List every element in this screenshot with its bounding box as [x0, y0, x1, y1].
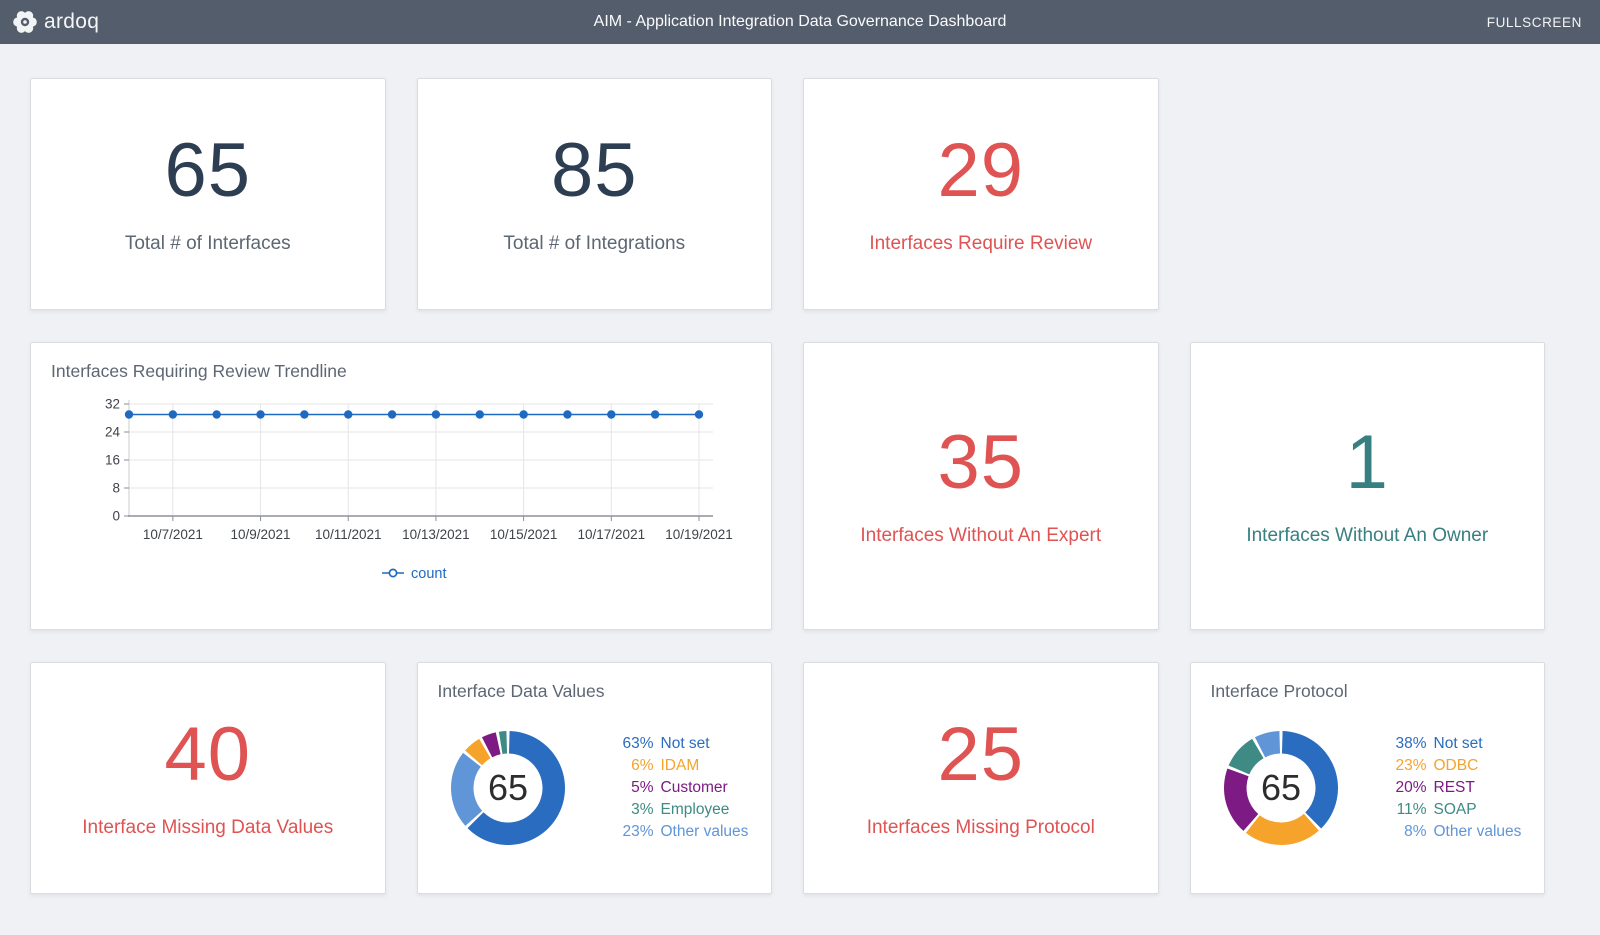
svg-text:10/13/2021: 10/13/2021 [402, 527, 470, 542]
stat-label: Interfaces Without An Owner [1246, 525, 1488, 547]
legend-label: REST [1434, 779, 1475, 796]
legend-percent: 11% [1385, 800, 1427, 820]
legend-percent: 3% [612, 800, 654, 820]
legend-label: SOAP [1434, 801, 1477, 818]
x-tick-labels: 10/7/2021 10/9/2021 10/11/2021 10/13/2021 10… [143, 516, 733, 542]
legend-label: ODBC [1434, 757, 1479, 774]
card-interfaces-missing-protocol: 25 Interfaces Missing Protocol [803, 662, 1159, 894]
legend-percent: 8% [1385, 822, 1427, 842]
card-interfaces-require-review: 29 Interfaces Require Review [803, 78, 1159, 310]
chart-title: Interface Data Values [438, 681, 752, 702]
svg-text:8: 8 [112, 481, 120, 496]
legend-row: 38% Not set [1385, 734, 1522, 754]
donut-wrap: 65 63% Not set 6% IDAM 5% Customer 3% Employee 2… [438, 718, 752, 858]
empty-grid-cell [1190, 78, 1546, 310]
donut-center-label: 65 [1260, 767, 1300, 808]
stat-label: Interfaces Require Review [869, 233, 1092, 255]
svg-text:0: 0 [112, 509, 120, 524]
legend-label: Employee [661, 801, 730, 818]
legend-label: Not set [1434, 735, 1483, 752]
trendline-chart: 0 8 16 24 32 10/7/2021 10/9/2021 10/11/2021 10/1… [51, 390, 751, 605]
donut-legend: 63% Not set 6% IDAM 5% Customer 3% Employee 23% O… [612, 732, 749, 844]
legend-percent: 63% [612, 734, 654, 754]
legend-row: 11% SOAP [1385, 800, 1522, 820]
donut-slice[interactable] [451, 753, 482, 826]
legend-percent: 38% [1385, 734, 1427, 754]
card-interfaces-without-expert: 35 Interfaces Without An Expert [803, 342, 1159, 630]
legend-row: 23% Other values [612, 822, 749, 842]
stat-value: 40 [164, 717, 251, 793]
legend-row: 3% Employee [612, 800, 749, 820]
chart-title: Interface Protocol [1211, 681, 1525, 702]
brand-name: ardoq [44, 10, 99, 34]
legend-row: 63% Not set [612, 734, 749, 754]
svg-text:10/15/2021: 10/15/2021 [490, 527, 558, 542]
donut-legend: 38% Not set 23% ODBC 20% REST 11% SOAP 8% Other v… [1385, 732, 1522, 844]
ardoq-logo[interactable]: ardoq [12, 9, 99, 35]
svg-text:10/11/2021: 10/11/2021 [315, 527, 382, 542]
page-title: AIM - Application Integration Data Gover… [594, 13, 1007, 31]
legend-row: 6% IDAM [612, 756, 749, 776]
stat-label: Interface Missing Data Values [82, 817, 333, 839]
stat-label: Total # of Interfaces [125, 233, 291, 255]
interface-data-values-donut: 65 [438, 718, 578, 858]
stat-label: Total # of Integrations [503, 233, 685, 255]
svg-text:10/17/2021: 10/17/2021 [578, 527, 646, 542]
app-header: ardoq AIM - Application Integration Data… [0, 0, 1600, 44]
svg-text:count: count [411, 566, 446, 582]
svg-text:10/7/2021: 10/7/2021 [143, 527, 203, 542]
stat-label: Interfaces Missing Protocol [867, 817, 1095, 839]
legend-percent: 23% [1385, 756, 1427, 776]
svg-text:16: 16 [105, 453, 120, 468]
fullscreen-button[interactable]: FULLSCREEN [1487, 15, 1582, 30]
stat-value: 85 [551, 133, 638, 209]
grid-lines [129, 404, 713, 516]
donut-slice[interactable] [1223, 769, 1257, 831]
legend-label: Not set [661, 735, 710, 752]
legend-percent: 20% [1385, 778, 1427, 798]
legend-percent: 23% [612, 822, 654, 842]
stat-value: 1 [1346, 425, 1389, 501]
stat-value: 65 [164, 133, 251, 209]
stat-value: 29 [937, 133, 1024, 209]
legend-label: Customer [661, 779, 728, 796]
stat-value: 35 [937, 425, 1024, 501]
donut-slice[interactable] [498, 731, 506, 754]
legend-row: 5% Customer [612, 778, 749, 798]
card-interface-missing-data-values: 40 Interface Missing Data Values [30, 662, 386, 894]
svg-text:10/19/2021: 10/19/2021 [665, 527, 733, 542]
dashboard-grid: 65 Total # of Interfaces 85 Total # of I… [0, 44, 1600, 934]
svg-text:10/9/2021: 10/9/2021 [231, 527, 291, 542]
chart-title: Interfaces Requiring Review Trendline [51, 361, 751, 382]
card-interfaces-without-owner: 1 Interfaces Without An Owner [1190, 342, 1546, 630]
legend-label: Other values [661, 823, 749, 840]
legend-percent: 5% [612, 778, 654, 798]
svg-text:24: 24 [105, 425, 121, 440]
card-total-integrations: 85 Total # of Integrations [417, 78, 773, 310]
stat-label: Interfaces Without An Expert [860, 525, 1101, 547]
legend-row: 20% REST [1385, 778, 1522, 798]
card-interface-protocol: Interface Protocol 65 38%Not set23%ODBC2… [1190, 662, 1546, 894]
stat-value: 25 [937, 717, 1024, 793]
interface-protocol-donut: 65 [1211, 718, 1351, 858]
donut-slice[interactable] [1245, 814, 1318, 845]
card-total-interfaces: 65 Total # of Interfaces [30, 78, 386, 310]
ardoq-flower-icon [12, 9, 38, 35]
legend-row: 23% ODBC [1385, 756, 1522, 776]
card-interface-data-values: Interface Data Values 65 63% Not set 6% IDA… [417, 662, 773, 894]
card-review-trendline: Interfaces Requiring Review Trendline 0 8… [30, 342, 772, 630]
legend-percent: 6% [612, 756, 654, 776]
donut-center-label: 65 [487, 767, 527, 808]
donut-slice[interactable] [1228, 739, 1263, 775]
legend-label: Other values [1434, 823, 1522, 840]
svg-text:32: 32 [105, 397, 120, 412]
legend-row: 8% Other values [1385, 822, 1522, 842]
chart-legend[interactable]: count [382, 566, 446, 582]
donut-wrap: 65 38% Not set 23% ODBC 20% REST 11% SOAP 8% Othe… [1211, 718, 1525, 858]
legend-label: IDAM [661, 757, 700, 774]
